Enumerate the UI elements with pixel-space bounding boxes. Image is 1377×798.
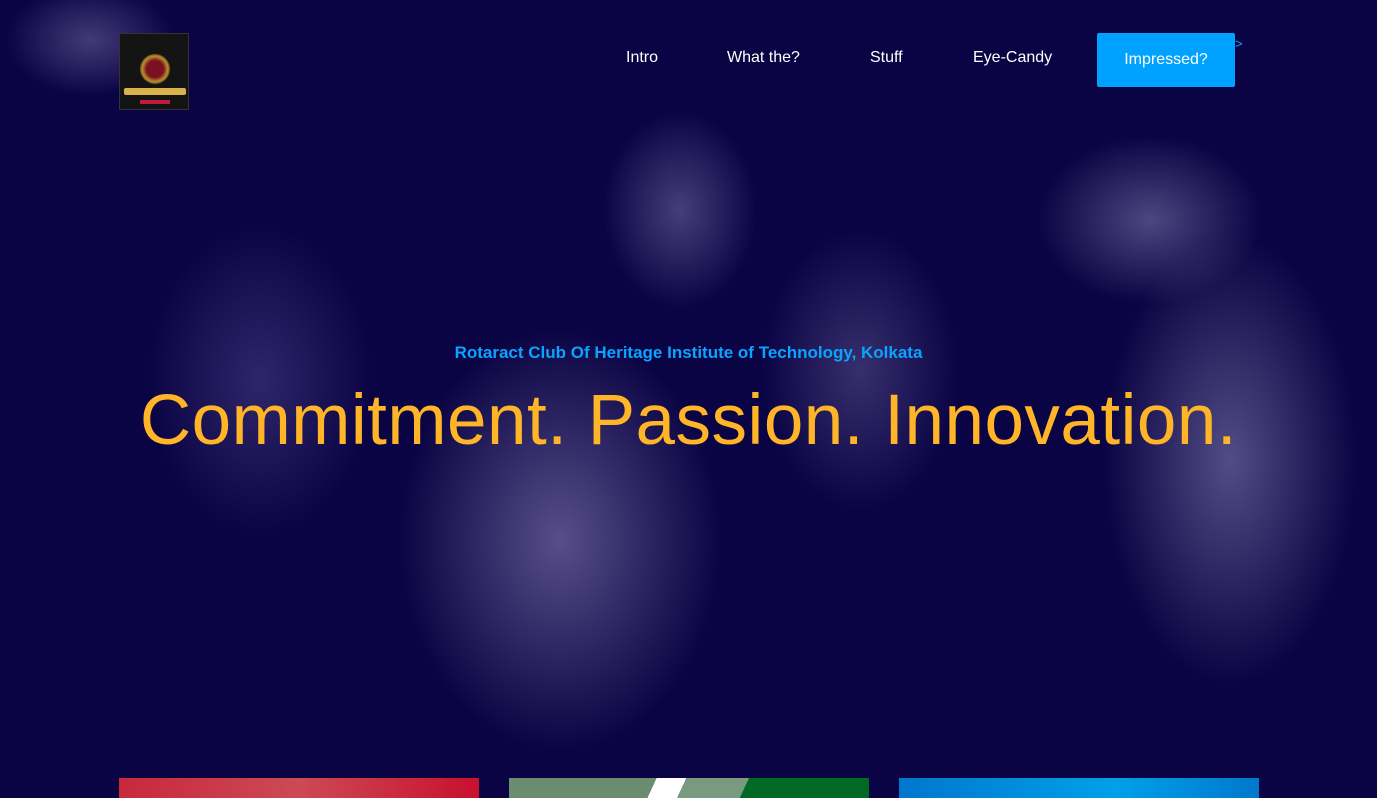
logo-ribbon-icon — [124, 88, 186, 95]
feature-card-blue[interactable] — [899, 778, 1259, 798]
feature-card-green[interactable] — [509, 778, 869, 798]
feature-card-red[interactable] — [119, 778, 479, 798]
nav-stuff[interactable]: Stuff — [870, 49, 903, 67]
nav-eye-candy[interactable]: Eye-Candy — [973, 49, 1052, 67]
logo-seal-icon — [140, 54, 170, 84]
nav-what-the[interactable]: What the? — [727, 49, 800, 67]
hero-headline: Commitment. Passion. Innovation. — [139, 381, 1238, 460]
club-logo[interactable] — [119, 33, 189, 110]
nav-intro[interactable]: Intro — [626, 49, 658, 67]
hero-subtitle: Rotaract Club Of Heritage Institute of T… — [454, 343, 923, 362]
logo-rotaract-mark-icon — [140, 100, 170, 104]
arrow-right-icon: > — [1235, 36, 1243, 51]
impressed-button[interactable]: Impressed? — [1097, 33, 1235, 87]
